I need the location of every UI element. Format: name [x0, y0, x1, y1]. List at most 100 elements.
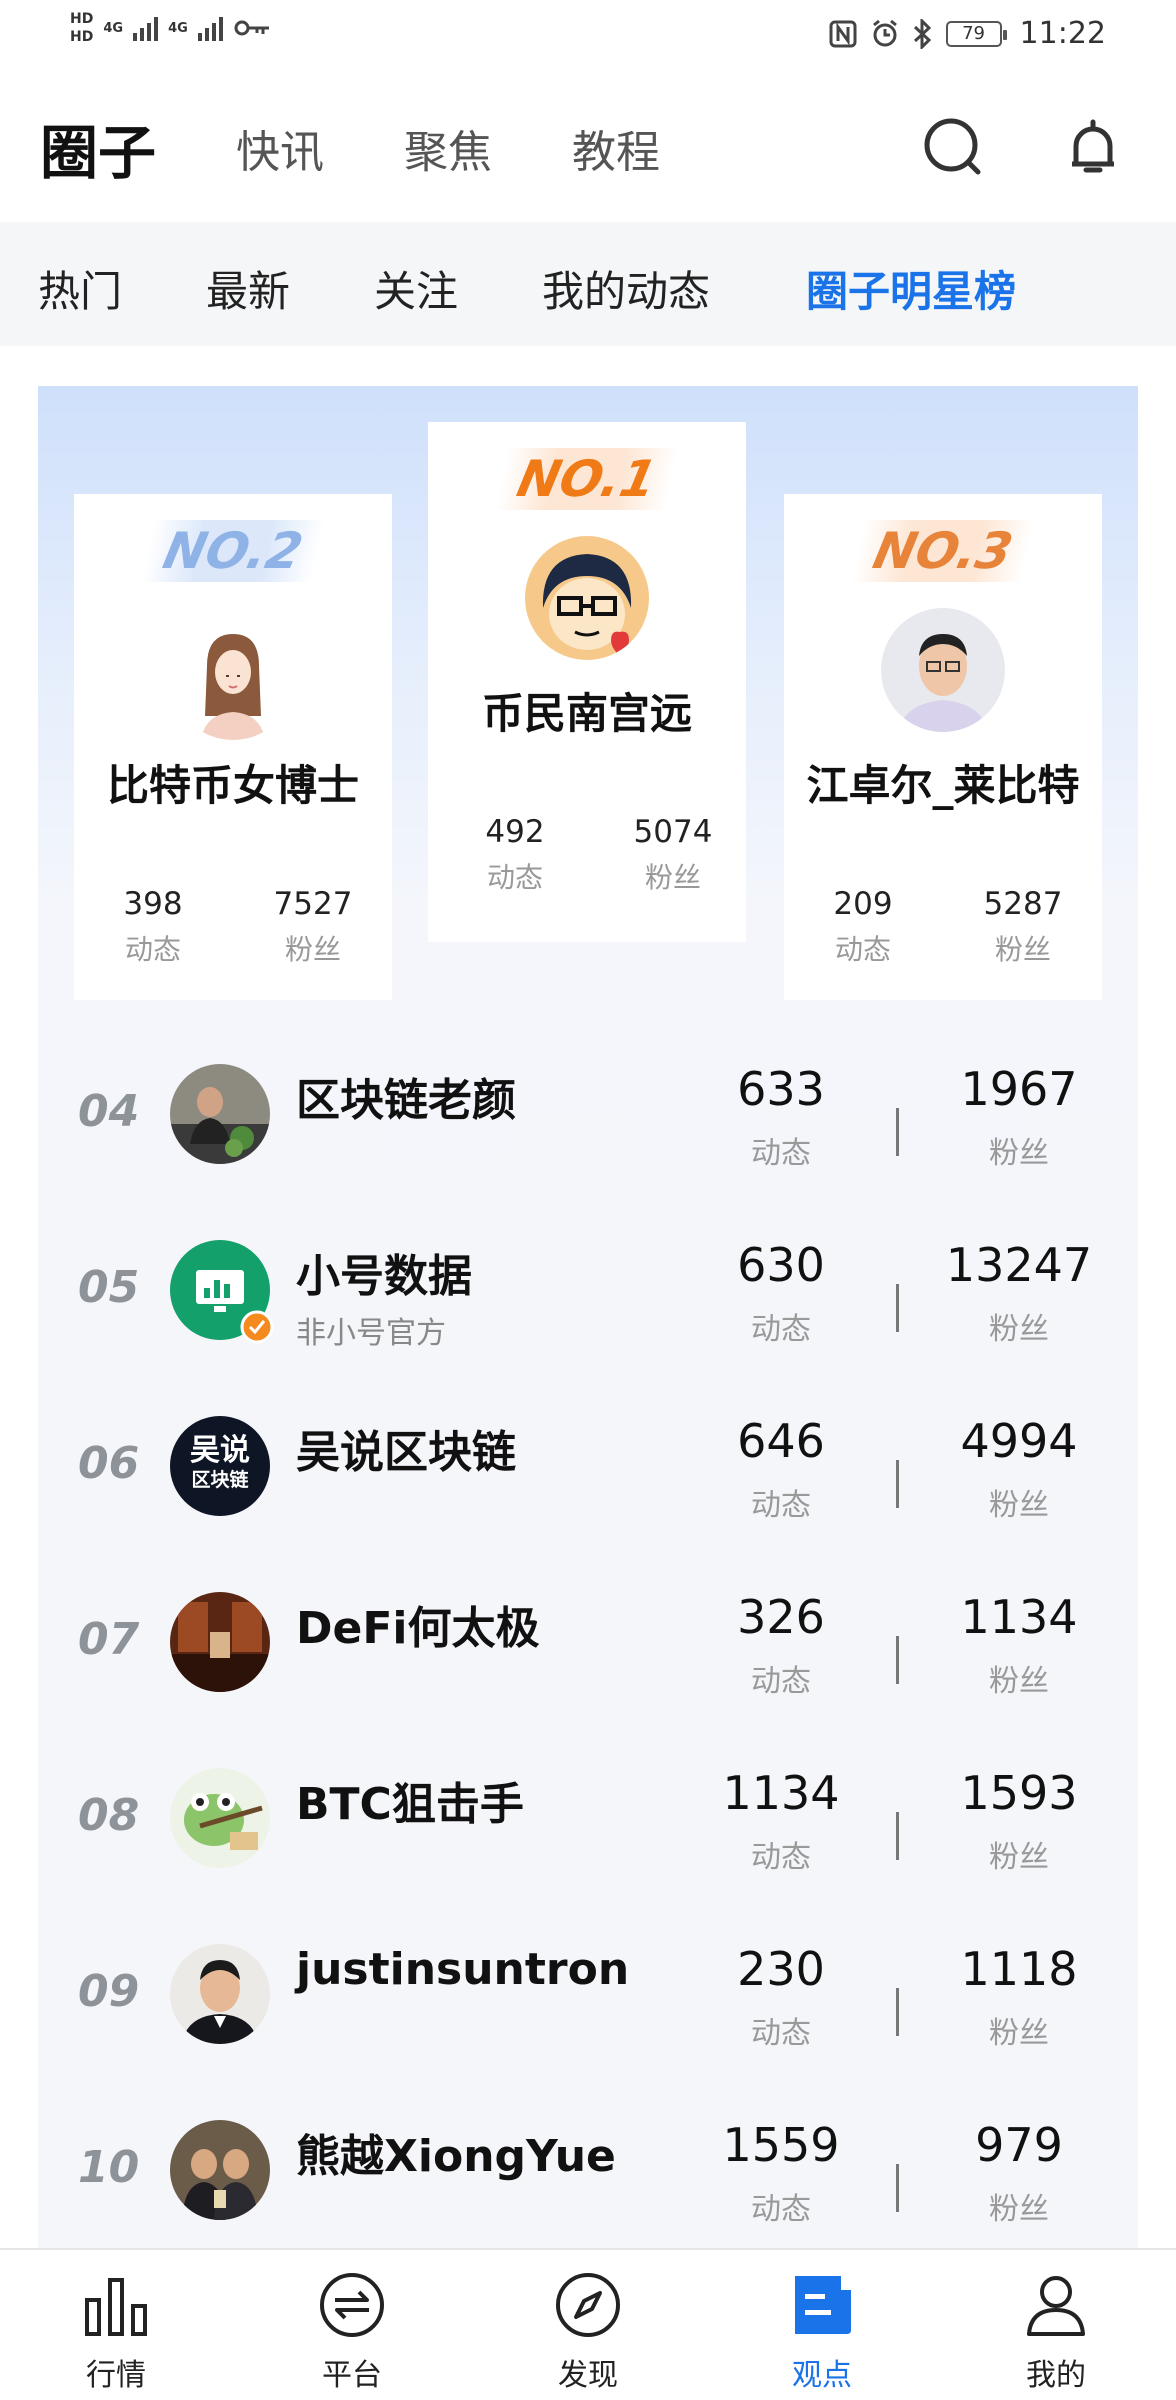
- bluetooth-icon: [913, 18, 931, 49]
- bottom-tab-discover[interactable]: 发现: [508, 2250, 668, 2400]
- sub-tab-following[interactable]: 关注: [374, 258, 458, 319]
- posts-stat: 633 动态: [696, 1062, 866, 1172]
- podium-stat-posts: 492 动态: [450, 814, 580, 896]
- bell-icon[interactable]: [1058, 112, 1128, 182]
- posts-label: 动态: [124, 933, 181, 966]
- posts-stat: 630 动态: [696, 1238, 866, 1348]
- stat-divider: [896, 2164, 899, 2212]
- tab-focus[interactable]: 聚焦: [404, 116, 492, 180]
- nfc-icon: [829, 20, 857, 47]
- fans-label: 粉丝: [989, 2016, 1049, 2051]
- podium-stat-posts: 398 动态: [88, 886, 218, 968]
- posts-label: 动态: [751, 2192, 811, 2227]
- list-item[interactable]: 05 小号数据 非小号官方 630 动态 13247 粉丝: [38, 1210, 1138, 1386]
- bar-chart-icon: [85, 2278, 147, 2336]
- fans-count: 1593: [960, 1766, 1078, 1820]
- user-name[interactable]: DeFi何太极: [296, 1592, 540, 1656]
- podium-stat-fans: 5287 粉丝: [958, 886, 1088, 968]
- sub-tab-star-ranking[interactable]: 圈子明星榜: [806, 258, 1016, 319]
- vpn-key-icon: [234, 20, 269, 36]
- podium-stat-fans: 5074 粉丝: [608, 814, 738, 896]
- user-name[interactable]: 吴说区块链: [296, 1416, 516, 1480]
- stat-divider: [896, 1812, 899, 1860]
- list-item[interactable]: 10 熊越XiongYue 1559 动态 979 粉丝: [38, 2090, 1138, 2266]
- posts-label: 动态: [751, 1312, 811, 1347]
- posts-count: 326: [737, 1590, 825, 1644]
- brand-title[interactable]: 圈子: [40, 106, 156, 190]
- fans-count: 5287: [983, 886, 1063, 922]
- fans-stat: 1593 粉丝: [934, 1766, 1104, 1876]
- search-icon[interactable]: [918, 112, 988, 182]
- rank-badge-3: NO.3: [851, 520, 1035, 582]
- posts-count: 1559: [722, 2118, 840, 2172]
- user-name[interactable]: 熊越XiongYue: [296, 2120, 616, 2184]
- stat-divider: [896, 1460, 899, 1508]
- podium-name[interactable]: 币民南宫远: [428, 680, 746, 741]
- person-icon: [1027, 2276, 1085, 2336]
- bottom-tab-market[interactable]: 行情: [36, 2250, 196, 2400]
- rank-number: 05: [78, 1262, 140, 1313]
- avatar-text-line-2: 区块链: [191, 1469, 249, 1491]
- list-item[interactable]: 09 justinsuntron 230 动态 1118 粉丝: [38, 1914, 1138, 2090]
- bottom-tab-label: 行情: [86, 2358, 146, 2393]
- sub-tab-my-posts[interactable]: 我的动态: [542, 258, 710, 319]
- fans-label: 粉丝: [644, 861, 701, 894]
- bottom-tab-label: 平台: [322, 2358, 382, 2393]
- list-item[interactable]: 06 吴说 区块链 吴说区块链 646 动态 4994 粉丝: [38, 1386, 1138, 1562]
- podium-card-second[interactable]: NO.2 比特币女博士 398 动态 7527 粉丝: [74, 494, 392, 1000]
- fans-label: 粉丝: [989, 1136, 1049, 1171]
- bottom-tab-views[interactable]: 观点: [742, 2250, 902, 2400]
- podium-card-third[interactable]: NO.3 江卓尔_莱比特 209 动态 5287 粉丝: [784, 494, 1102, 1000]
- alarm-icon: [872, 19, 897, 46]
- posts-stat: 326 动态: [696, 1590, 866, 1700]
- tab-news-flash[interactable]: 快讯: [236, 116, 324, 180]
- fans-count: 1134: [960, 1590, 1078, 1644]
- posts-count: 1134: [722, 1766, 840, 1820]
- user-name[interactable]: justinsuntron: [296, 1944, 629, 1995]
- podium-name[interactable]: 比特币女博士: [74, 752, 392, 813]
- sub-tab-latest[interactable]: 最新: [206, 258, 290, 319]
- fans-count: 5074: [633, 814, 713, 850]
- fans-label: 粉丝: [989, 2192, 1049, 2227]
- avatar: [170, 1240, 274, 1344]
- fans-count: 979: [975, 2118, 1063, 2172]
- top-nav: 圈子 快讯 聚焦 教程: [0, 72, 1176, 222]
- status-left: HD HD 4G 4G: [70, 10, 271, 46]
- article-icon: [795, 2276, 851, 2334]
- podium-stat-posts: 209 动态: [798, 886, 928, 968]
- status-right: 79 11:22: [828, 16, 1106, 51]
- list-item[interactable]: 04 区块链老颜 633 动态 1967 粉丝: [38, 1034, 1138, 1210]
- bottom-tab-me[interactable]: 我的: [976, 2250, 1136, 2400]
- rank-number: 06: [78, 1438, 140, 1489]
- posts-count: 630: [737, 1238, 825, 1292]
- posts-count: 230: [737, 1942, 825, 1996]
- fans-stat: 1134 粉丝: [934, 1590, 1104, 1700]
- podium-card-first[interactable]: NO.1 币民南宫远 492 动态 5074 粉丝: [428, 422, 746, 942]
- posts-label: 动态: [751, 1136, 811, 1171]
- rank-number: 04: [78, 1086, 140, 1137]
- user-name[interactable]: BTC狙击手: [296, 1768, 524, 1832]
- hd-label-2: HD: [70, 29, 94, 45]
- bottom-tab-platform[interactable]: 平台: [272, 2250, 432, 2400]
- sub-tab-hot[interactable]: 热门: [38, 258, 122, 319]
- bottom-tab-label: 观点: [792, 2358, 852, 2393]
- list-item[interactable]: 07 DeFi何太极 326 动态 1134 粉丝: [38, 1562, 1138, 1738]
- podium-name[interactable]: 江卓尔_莱比特: [784, 752, 1102, 813]
- avatar: [170, 2120, 270, 2220]
- user-name[interactable]: 区块链老颜: [296, 1064, 516, 1128]
- avatar-text-line-1: 吴说: [190, 1433, 250, 1468]
- avatar: [170, 1592, 270, 1692]
- posts-label: 动态: [751, 1488, 811, 1523]
- rank-badge-2: NO.2: [141, 520, 325, 582]
- compass-icon: [556, 2273, 620, 2337]
- list-item[interactable]: 08 BTC狙击手 1134 动态 1593 粉丝: [38, 1738, 1138, 1914]
- fans-label: 粉丝: [994, 933, 1051, 966]
- tab-tutorial[interactable]: 教程: [572, 116, 660, 180]
- avatar: [170, 1944, 270, 2044]
- fans-label: 粉丝: [989, 1664, 1049, 1699]
- exchange-icon: [320, 2273, 384, 2337]
- posts-count: 633: [737, 1062, 825, 1116]
- podium-stat-fans: 7527 粉丝: [248, 886, 378, 968]
- rank-badge-1: NO.1: [495, 448, 679, 510]
- user-name[interactable]: 小号数据: [296, 1240, 472, 1304]
